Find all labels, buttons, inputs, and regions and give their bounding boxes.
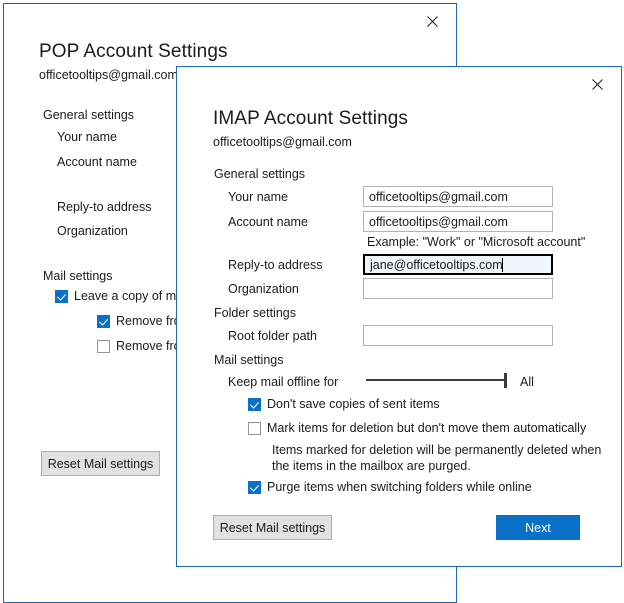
imap-label-root-folder-path: Root folder path — [228, 329, 317, 343]
imap-checkbox-purge-on-switch-label: Purge items when switching folders while… — [267, 480, 532, 494]
imap-account-settings-dialog: IMAP Account Settings officetooltips@gma… — [176, 66, 622, 567]
imap-dialog-subtitle: officetooltips@gmail.com — [213, 135, 352, 149]
imap-label-keep-mail-offline: Keep mail offline for — [228, 375, 339, 389]
imap-root-folder-path-input[interactable] — [363, 325, 553, 346]
close-icon[interactable] — [575, 69, 619, 99]
close-icon-glyph — [426, 15, 438, 27]
imap-checkbox-mark-items-for-deletion[interactable] — [248, 422, 261, 435]
close-icon-glyph — [591, 78, 603, 90]
pop-section-general: General settings — [43, 108, 135, 122]
imap-account-name-hint: Example: "Work" or "Microsoft account" — [367, 235, 586, 249]
imap-organization-input[interactable] — [363, 278, 553, 299]
imap-your-name-input[interactable] — [363, 186, 553, 207]
imap-label-your-name: Your name — [228, 190, 288, 204]
imap-reply-to-address-input[interactable] — [363, 254, 553, 275]
keep-mail-offline-slider[interactable] — [366, 371, 507, 389]
imap-deletion-note-line1: Items marked for deletion will be perman… — [272, 443, 602, 457]
pop-checkbox-leave-copy-label: Leave a copy of me — [74, 289, 184, 303]
imap-dialog-title: IMAP Account Settings — [213, 108, 409, 129]
pop-reset-mail-settings-button[interactable]: Reset Mail settings — [41, 451, 160, 476]
pop-checkbox-remove-from-server-after-label: Remove fro — [116, 314, 181, 328]
pop-checkbox-leave-copy[interactable] — [55, 290, 68, 303]
text-cursor — [502, 258, 503, 272]
imap-section-mail: Mail settings — [214, 353, 284, 367]
pop-checkbox-remove-from-server-deleted[interactable] — [97, 340, 110, 353]
keep-mail-offline-value: All — [520, 375, 534, 389]
imap-next-button[interactable]: Next — [496, 515, 580, 540]
imap-checkbox-purge-on-switch[interactable] — [248, 481, 261, 494]
pop-section-mail: Mail settings — [43, 269, 113, 283]
imap-label-organization: Organization — [228, 282, 299, 296]
imap-section-general: General settings — [214, 167, 306, 181]
pop-label-account-name: Account name — [57, 155, 137, 169]
imap-section-folder: Folder settings — [214, 306, 296, 320]
pop-dialog-subtitle: officetooltips@gmail.com — [39, 68, 178, 82]
pop-label-organization: Organization — [57, 224, 128, 238]
imap-label-account-name: Account name — [228, 215, 308, 229]
imap-deletion-note-line2: the items in the mailbox are purged. — [272, 459, 471, 473]
imap-checkbox-mark-items-for-deletion-label: Mark items for deletion but don't move t… — [267, 421, 587, 435]
imap-account-name-input[interactable] — [363, 211, 553, 232]
imap-label-reply-to-address: Reply-to address — [228, 258, 323, 272]
imap-checkbox-dont-save-sent[interactable] — [248, 398, 261, 411]
pop-label-reply-to-address: Reply-to address — [57, 200, 152, 214]
pop-checkbox-remove-from-server-deleted-label: Remove fro — [116, 339, 181, 353]
pop-checkbox-remove-from-server-after[interactable] — [97, 315, 110, 328]
pop-label-your-name: Your name — [57, 130, 117, 144]
slider-track — [366, 379, 507, 381]
slider-thumb[interactable] — [504, 373, 507, 388]
imap-reset-mail-settings-button[interactable]: Reset Mail settings — [213, 515, 332, 540]
imap-checkbox-dont-save-sent-label: Don't save copies of sent items — [267, 397, 440, 411]
pop-dialog-title: POP Account Settings — [39, 41, 228, 62]
close-icon[interactable] — [410, 6, 454, 36]
